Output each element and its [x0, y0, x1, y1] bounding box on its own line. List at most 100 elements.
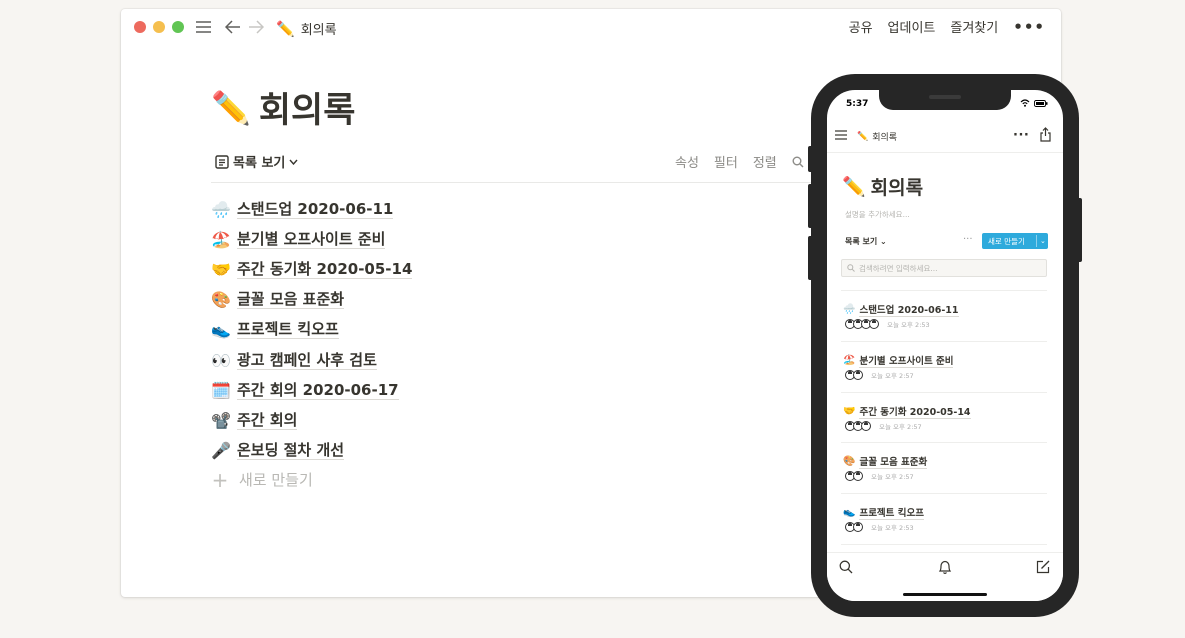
mobile-page-title: ✏️ 회의록	[842, 173, 923, 200]
updates-button[interactable]: 업데이트	[888, 17, 936, 36]
mobile-view-more-button[interactable]: ···	[963, 234, 973, 245]
projector-icon: 📽️	[211, 410, 231, 430]
list-item[interactable]: 🎨 글꼴 모음 표준화	[211, 285, 412, 315]
eyes-icon: 👀	[211, 350, 231, 370]
wifi-icon	[1020, 99, 1030, 107]
share-icon[interactable]	[1039, 127, 1052, 142]
status-time: 5:37	[846, 99, 869, 109]
forward-arrow-icon[interactable]	[248, 16, 264, 38]
pencil-icon: ✏️	[276, 19, 295, 38]
search-icon[interactable]	[792, 156, 804, 168]
new-button-label: 새로 만들기	[988, 236, 1025, 246]
edited-time: 오늘 오후 2:53	[871, 524, 914, 533]
list-item[interactable]: 👟 프로젝트 킥오프	[211, 315, 412, 345]
list-item-title: 광고 캠페인 사후 검토	[237, 350, 377, 370]
mobile-breadcrumb-title: 회의록	[872, 133, 898, 143]
cloud-rain-icon: 🌧️	[211, 199, 231, 219]
menu-icon[interactable]	[835, 130, 847, 140]
list-item[interactable]: 🎤 온보딩 절차 개선	[211, 436, 412, 466]
breadcrumb[interactable]: ✏️ 회의록	[276, 19, 337, 39]
mobile-view-label: 목록 보기	[845, 237, 878, 246]
mobile-list-item[interactable]: 🌧️ 스탠드업 2020-06-11 오늘 오후 2:53	[841, 291, 1047, 342]
favorite-button[interactable]: 즐겨찾기	[950, 17, 998, 36]
page-title-text[interactable]: 회의록	[259, 82, 356, 133]
compose-icon[interactable]	[1036, 560, 1050, 574]
mobile-more-button[interactable]: ···	[1013, 128, 1029, 143]
phone-side-button	[808, 184, 812, 228]
calendar-icon: 🗓️	[211, 380, 231, 400]
breadcrumb-title: 회의록	[300, 23, 337, 38]
list-item[interactable]: 📽️ 주간 회의	[211, 405, 412, 435]
list-item-title: 글꼴 모음 표준화	[237, 290, 345, 310]
list-item[interactable]: 🏖️ 분기별 오프사이트 준비	[211, 224, 412, 254]
mobile-item-title: 스탠드업 2020-06-11	[859, 302, 959, 317]
pencil-icon[interactable]: ✏️	[211, 89, 251, 127]
phone-side-button	[808, 236, 812, 280]
list-item[interactable]: 👀 광고 캠페인 사후 검토	[211, 345, 412, 375]
search-input[interactable]: 검색하려면 입력하세요...	[841, 259, 1047, 277]
avatar-group	[845, 471, 863, 482]
search-icon	[847, 264, 855, 272]
avatar	[861, 420, 871, 431]
edited-time: 오늘 오후 2:57	[871, 473, 914, 482]
back-arrow-icon[interactable]	[225, 16, 241, 38]
sneaker-icon: 👟	[211, 320, 231, 340]
mobile-list-item[interactable]: 🏖️ 분기별 오프사이트 준비 오늘 오후 2:57	[841, 342, 1047, 393]
list-item-title: 분기별 오프사이트 준비	[237, 229, 386, 249]
list-item-title: 프로젝트 킥오프	[237, 320, 339, 340]
mobile-page-title-text[interactable]: 회의록	[871, 173, 923, 200]
notch	[879, 90, 1011, 110]
pencil-icon: ✏️	[857, 131, 869, 142]
maximize-window-button[interactable]	[172, 21, 184, 33]
avatar	[853, 369, 863, 380]
sort-button[interactable]: 정렬	[753, 152, 777, 171]
pencil-icon[interactable]: ✏️	[842, 175, 866, 198]
avatar	[853, 471, 863, 482]
mobile-list-item[interactable]: 🎨 글꼴 모음 표준화 오늘 오후 2:57	[841, 443, 1047, 495]
bell-icon[interactable]	[938, 560, 952, 575]
battery-icon	[1034, 99, 1048, 107]
new-button[interactable]: 새로 만들기 ⌄	[982, 233, 1048, 249]
edited-time: 오늘 오후 2:57	[871, 371, 914, 380]
handshake-icon: 🤝	[843, 405, 856, 417]
list-item[interactable]: 🤝 주간 동기화 2020-05-14	[211, 254, 413, 284]
beach-umbrella-icon: 🏖️	[843, 354, 856, 366]
description-placeholder[interactable]: 설명을 추가하세요...	[845, 209, 910, 220]
minimize-window-button[interactable]	[153, 21, 165, 33]
mobile-page-list: 🌧️ 스탠드업 2020-06-11 오늘 오후 2:53 🏖️ 분기별 오프사이트…	[841, 291, 1047, 545]
mobile-topbar: ✏️ 회의록 ···	[827, 122, 1063, 153]
share-button[interactable]: 공유	[849, 17, 873, 36]
list-item-title: 온보딩 절차 개선	[237, 441, 345, 461]
new-page-label: 새로 만들기	[239, 471, 313, 490]
chevron-down-icon[interactable]: ⌄	[1037, 237, 1046, 245]
more-options-button[interactable]: •••	[1013, 18, 1045, 36]
mobile-view-selector[interactable]: 목록 보기 ⌄	[845, 236, 887, 247]
mobile-list-item[interactable]: 🤝 주간 동기화 2020-05-14 오늘 오후 2:57	[841, 393, 1047, 444]
chevron-down-icon: ⌄	[880, 237, 887, 246]
list-item[interactable]: 🗓️ 주간 회의 2020-06-17	[211, 375, 412, 405]
palette-icon: 🎨	[843, 456, 856, 468]
list-item[interactable]: 🌧️ 스탠드업 2020-06-11	[211, 194, 412, 224]
search-icon[interactable]	[839, 560, 853, 574]
speaker	[929, 95, 961, 99]
phone-screen: 5:37 ✏️ 회의록 ··· ✏️ 회의록 설명을 추가하세요... 목록 보…	[827, 90, 1063, 601]
cloud-rain-icon: 🌧️	[843, 304, 856, 315]
mobile-list-item[interactable]: 👟 프로젝트 킥오프 오늘 오후 2:53	[841, 494, 1047, 545]
view-label: 목록 보기	[233, 156, 286, 171]
new-page-button[interactable]: + 새로 만들기	[211, 466, 412, 494]
mobile-item-title: 글꼴 모음 표준화	[859, 454, 928, 470]
microphone-icon: 🎤	[211, 441, 231, 461]
view-selector[interactable]: 목록 보기	[215, 152, 298, 171]
mobile-breadcrumb[interactable]: ✏️ 회의록	[857, 130, 898, 144]
close-window-button[interactable]	[134, 21, 146, 33]
search-placeholder: 검색하려면 입력하세요...	[859, 263, 938, 273]
mobile-item-title: 분기별 오프사이트 준비	[859, 353, 954, 368]
filter-button[interactable]: 필터	[714, 152, 738, 171]
list-item-title: 스탠드업 2020-06-11	[237, 199, 394, 219]
properties-button[interactable]: 속성	[675, 152, 699, 171]
sidebar-toggle-icon[interactable]	[195, 16, 212, 38]
beach-umbrella-icon: 🏖️	[211, 229, 231, 249]
edited-time: 오늘 오후 2:57	[879, 422, 922, 431]
divider	[211, 182, 831, 183]
list-item-title: 주간 회의	[237, 410, 298, 430]
